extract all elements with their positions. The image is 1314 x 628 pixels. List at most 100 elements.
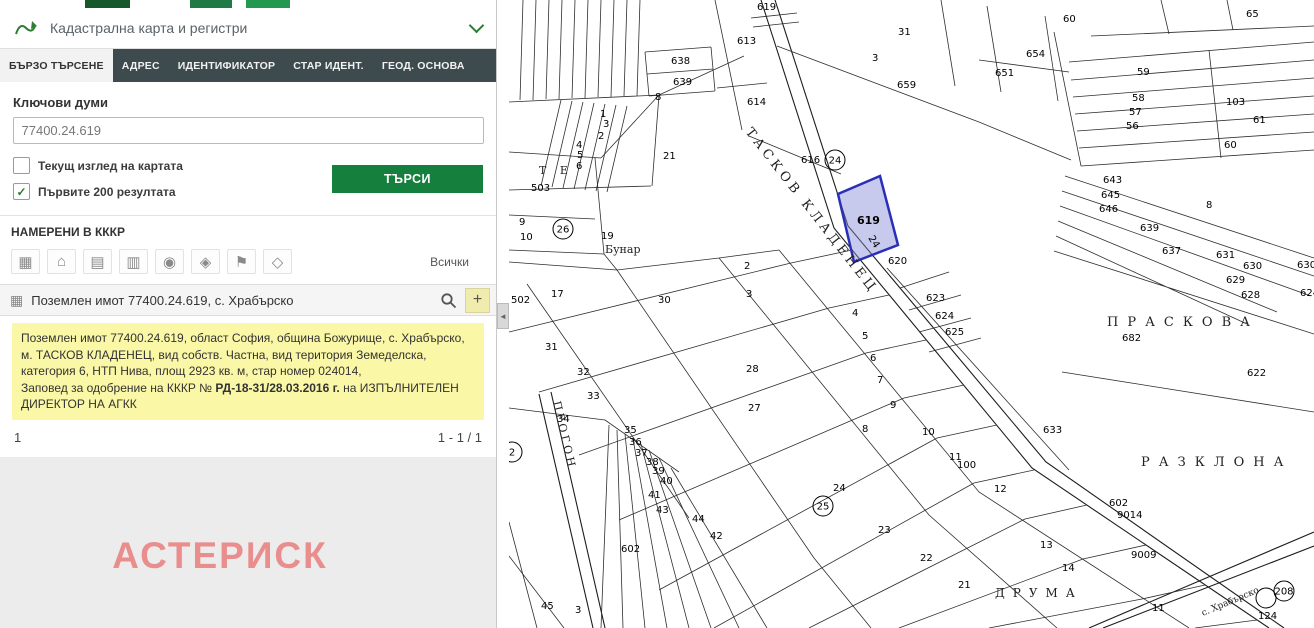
keywords-label: Ключови думи xyxy=(13,95,496,110)
cropped-toolbar-button[interactable] xyxy=(246,0,290,8)
layers-icon[interactable]: ◈ xyxy=(191,249,220,274)
results-heading: НАМЕРЕНИ В КККР xyxy=(11,225,496,239)
map-parcel-number: 614 xyxy=(747,97,766,108)
cadastral-map-canvas[interactable]: 61924 6196065613313654638639651659596148… xyxy=(509,0,1314,628)
map-parcel-number: 10 xyxy=(922,427,935,438)
map-circled-number-text: 26 xyxy=(557,225,570,236)
page-number[interactable]: 1 xyxy=(14,430,21,445)
keywords-input[interactable] xyxy=(13,117,484,144)
checkbox-first-200-label: Първите 200 резултата xyxy=(38,185,176,199)
map-parcel-number: 31 xyxy=(898,27,911,38)
polygon-icon[interactable]: ◇ xyxy=(263,249,292,274)
locate-on-map-icon[interactable] xyxy=(440,292,457,309)
map-parcel-number: 5 xyxy=(862,331,868,342)
map-parcel-number: 9 xyxy=(519,217,525,228)
search-form: Ключови думи Текущ изглед на картата ✓ П… xyxy=(0,82,496,453)
search-tabs: БЪРЗО ТЪРСЕНЕ АДРЕС ИДЕНТИФИКАТОР СТАР И… xyxy=(0,49,496,82)
panel-header[interactable]: Кадастрална карта и регистри xyxy=(0,8,496,49)
map-parcel-number: 619 xyxy=(757,2,776,13)
map-parcel-number: 23 xyxy=(878,525,891,536)
map-place-label: РАЗКЛОНА xyxy=(1141,455,1292,470)
map-parcel-number: 21 xyxy=(958,580,971,591)
map-parcel-numbers: 6196065613313654638639651659596148581035… xyxy=(511,2,1314,622)
map-parcel-number: 630 xyxy=(1243,261,1262,272)
checkbox-current-view[interactable] xyxy=(13,157,30,174)
add-to-selection-button[interactable]: + xyxy=(465,288,490,313)
map-circled-numbers: 2426252208 xyxy=(509,150,1294,608)
result-item[interactable]: ▦ Поземлен имот 77400.24.619, с. Храбърс… xyxy=(0,284,496,316)
page-range: 1 - 1 / 1 xyxy=(438,430,482,445)
map-parcel-number: 659 xyxy=(897,80,916,91)
map-parcel-number: 651 xyxy=(995,68,1014,79)
chevron-down-icon[interactable] xyxy=(469,18,485,34)
map-parcel-boundaries xyxy=(509,0,1314,628)
map-parcel-number: 3 xyxy=(603,119,609,130)
map-parcel-number: 631 xyxy=(1216,250,1235,261)
app-window: Кадастрална карта и регистри БЪРЗО ТЪРСЕ… xyxy=(0,0,1314,628)
map-parcel-number: 2 xyxy=(598,131,604,142)
pin-icon[interactable]: ◉ xyxy=(155,249,184,274)
tab-quick-search[interactable]: БЪРЗО ТЪРСЕНЕ xyxy=(0,49,113,82)
cropped-toolbar-button[interactable] xyxy=(85,0,130,8)
map-parcel-number: 124 xyxy=(1258,611,1277,622)
pole-icon[interactable]: ⚑ xyxy=(227,249,256,274)
tab-old-identifier[interactable]: СТАР ИДЕНТ. xyxy=(284,49,373,82)
map-parcel-number: 624 xyxy=(935,311,954,322)
map-parcel-number: 2 xyxy=(744,261,750,272)
map-parcel-number: 630 xyxy=(1297,260,1314,271)
map-parcel-number: 624 xyxy=(1300,288,1314,299)
house-icon[interactable]: ⌂ xyxy=(47,249,76,274)
map-parcel-number: 646 xyxy=(1099,204,1118,215)
panel-collapse-button[interactable]: ◄ xyxy=(497,303,509,329)
map-parcel-number: 8 xyxy=(1206,200,1212,211)
cropped-toolbar-button[interactable] xyxy=(190,0,232,8)
result-type-filters: ▦ ⌂ ▤ ▥ ◉ ◈ ⚑ ◇ Всички xyxy=(11,249,485,274)
map-parcel-number: 639 xyxy=(1140,223,1159,234)
map-place-label: с. Храбърско xyxy=(1200,585,1261,619)
map-parcel-number: 56 xyxy=(1126,121,1139,132)
map-parcel-number: 41 xyxy=(648,490,661,501)
map-parcel-number: 103 xyxy=(1226,97,1245,108)
map-parcel-number: 645 xyxy=(1101,190,1120,201)
map-parcel-number: 100 xyxy=(957,460,976,471)
map-parcel-number: 32 xyxy=(577,367,590,378)
map-parcel-number: 45 xyxy=(541,601,554,612)
map-parcel-number: 625 xyxy=(945,327,964,338)
block-icon[interactable]: ▥ xyxy=(119,249,148,274)
map-parcel-number: 42 xyxy=(710,531,723,542)
map-parcel-number: 27 xyxy=(748,403,761,414)
checkbox-first-200[interactable]: ✓ xyxy=(13,183,30,200)
map-parcel-number: 602 xyxy=(1109,498,1128,509)
map-parcel-number: 4 xyxy=(852,308,858,319)
map-parcel-number: 637 xyxy=(1162,246,1181,257)
map-parcel-number: 44 xyxy=(692,514,705,525)
map-parcel-number: 682 xyxy=(1122,333,1141,344)
map-place-label: ПРАСКОВА xyxy=(1107,315,1259,330)
map-circled-number-text: 2 xyxy=(509,448,515,459)
map-parcel-number: 633 xyxy=(1043,425,1062,436)
map-parcel-number: 33 xyxy=(587,391,600,402)
checkmark-icon: ✓ xyxy=(16,186,26,198)
map-parcel-number: 654 xyxy=(1026,49,1045,60)
map-parcel-number: 616 xyxy=(801,155,820,166)
map-parcel-number: 11 xyxy=(1152,603,1165,614)
map-parcel-number: 6 xyxy=(576,161,582,172)
map-circled-number-text: 25 xyxy=(817,502,830,513)
map-parcel-number: 13 xyxy=(1040,540,1053,551)
building-icon[interactable]: ▤ xyxy=(83,249,112,274)
map-parcel-number: 9014 xyxy=(1117,510,1142,521)
option-current-map-view[interactable]: Текущ изглед на картата xyxy=(13,157,183,174)
tab-identifier[interactable]: ИДЕНТИФИКАТОР xyxy=(169,49,284,82)
map-parcel-number: 3 xyxy=(575,605,581,616)
map-circled-number-text: 208 xyxy=(1274,587,1293,598)
map-parcel-number: 36 xyxy=(629,437,642,448)
tab-address[interactable]: АДРЕС xyxy=(113,49,169,82)
tab-geodetic-basis[interactable]: ГЕОД. ОСНОВА xyxy=(373,49,474,82)
search-button[interactable]: ТЪРСИ xyxy=(332,165,483,193)
option-first-200-results[interactable]: ✓ Първите 200 резултата xyxy=(13,183,183,200)
grid-icon[interactable]: ▦ xyxy=(11,249,40,274)
map-place-label: ДРУМА xyxy=(995,586,1083,600)
filter-all-label[interactable]: Всички xyxy=(430,255,469,269)
map-parcel-number: 613 xyxy=(737,36,756,47)
map-parcel-number: 620 xyxy=(888,256,907,267)
